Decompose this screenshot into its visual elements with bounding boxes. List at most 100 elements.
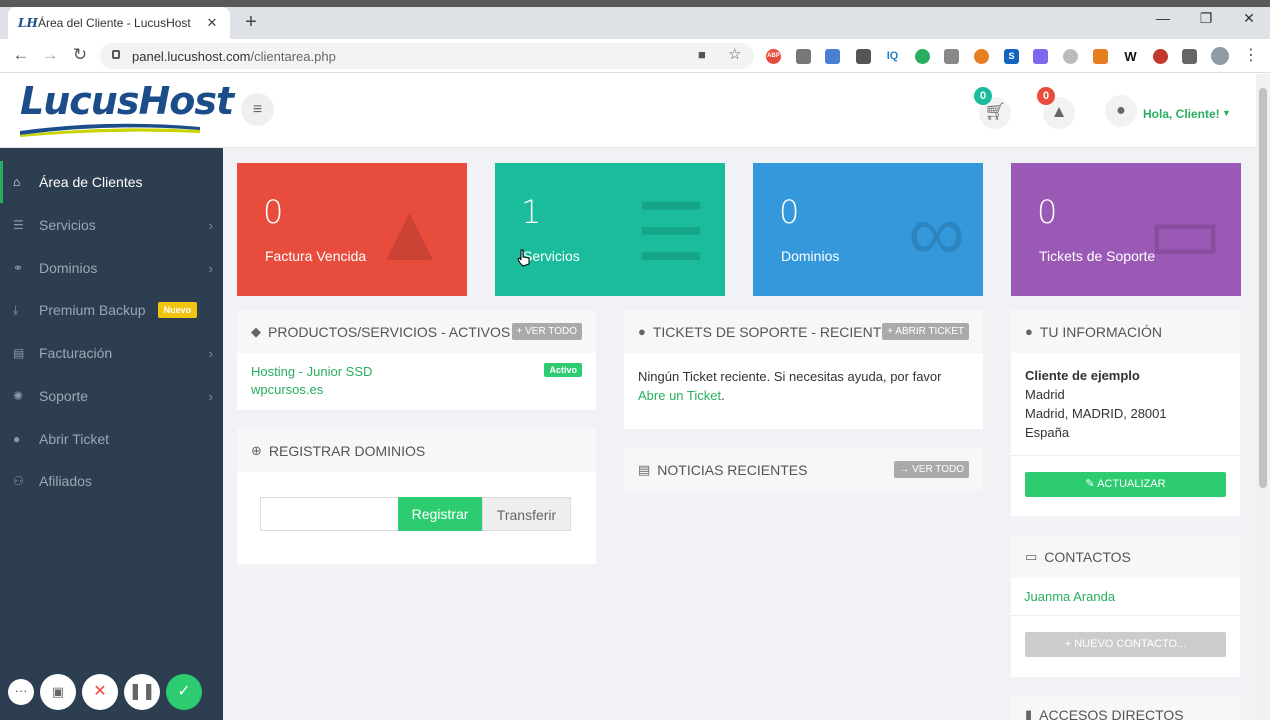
profile-avatar[interactable] (1211, 47, 1229, 65)
cube-icon: ◆ (251, 323, 261, 339)
status-badge: Activo (544, 363, 582, 377)
cart-count-badge: 0 (974, 87, 992, 105)
site-header: LucusHost ≡ 🛒︎ 0 ▲ 0 ● Hola, Cliente! ▼ (0, 73, 1270, 148)
maximize-button[interactable]: ❐ (1186, 10, 1226, 27)
page-scrollbar[interactable] (1256, 74, 1270, 720)
sidebar-item-servicios[interactable]: ☰ Servicios › (0, 204, 223, 246)
panel-title: Accesos Directos (1039, 707, 1184, 720)
camera-toggle-icon[interactable]: ▣ (40, 674, 76, 710)
domain-input[interactable] (260, 497, 398, 531)
puzzle-extensions-icon[interactable] (1182, 49, 1197, 64)
circle-extension-icon[interactable] (1153, 49, 1168, 64)
window-top-strip (0, 0, 1270, 7)
comments-icon: ● (638, 324, 646, 339)
hamburger-menu-icon[interactable]: ≡ (241, 93, 274, 126)
stat-value: 0 (779, 193, 800, 231)
stat-card-tickets[interactable]: ▭ 0 Tickets de Soporte (1011, 163, 1241, 296)
product-item[interactable]: Hosting - Junior SSD wpcursos.es Activo (237, 353, 596, 408)
stat-card-servicios[interactable]: ☰ 1 Servicios (495, 163, 725, 296)
translate-extension-icon[interactable] (825, 49, 840, 64)
transfer-button[interactable]: Transferir (482, 497, 571, 531)
lock-extension-icon[interactable] (1093, 49, 1108, 64)
comment-icon: ● (13, 432, 21, 446)
sidebar-item-label: Área de Clientes (39, 174, 143, 190)
finish-recording-icon[interactable]: ✓ (166, 674, 202, 710)
stat-label: Factura Vencida (265, 248, 367, 264)
lucushost-logo[interactable]: LucusHost (20, 79, 234, 123)
tab-close-icon[interactable]: ✕ (204, 15, 220, 31)
new-contact-button[interactable]: + Nuevo Contacto... (1025, 632, 1226, 657)
chevron-down-icon[interactable]: ▼ (1222, 108, 1231, 118)
close-window-button[interactable]: ✕ (1229, 10, 1269, 27)
sidebar-item-afiliados[interactable]: ⚇ Afiliados (0, 460, 223, 502)
iq-extension-icon[interactable]: IQ (885, 49, 900, 64)
cancel-recording-icon[interactable]: ✕ (82, 674, 118, 710)
list-icon: ☰ (13, 218, 24, 232)
menu-dots-icon[interactable]: ⋮ (1240, 45, 1262, 65)
open-ticket-button[interactable]: + Abrir Ticket (882, 323, 969, 340)
url-bar[interactable]: panel.lucushost.com/clientarea.php ■ ☆ (100, 43, 754, 69)
color-extension-icon[interactable] (974, 49, 989, 64)
info-panel: ● Tu Información Cliente de ejemplo Madr… (1011, 310, 1240, 516)
product-name-link[interactable]: Hosting - Junior SSD (251, 364, 582, 379)
open-ticket-link[interactable]: Abre un Ticket (638, 388, 721, 403)
gear-extension-icon[interactable] (1063, 49, 1078, 64)
panel-header: ◆ Productos/Servicios - Activos + Ver To… (237, 310, 596, 353)
scrollbar-thumb[interactable] (1259, 88, 1267, 488)
sidebar-item-abrir-ticket[interactable]: ● Abrir Ticket (0, 418, 223, 460)
stat-label: Servicios (523, 248, 580, 264)
more-options-icon[interactable]: ··· (8, 679, 34, 705)
user-avatar-icon[interactable]: ● (1105, 95, 1137, 127)
divider (1011, 455, 1240, 456)
panel-title: Registrar Dominios (268, 442, 426, 459)
browser-tab[interactable]: LH Área del Cliente - LucusHost ✕ (8, 7, 230, 39)
s-extension-icon[interactable]: S (1004, 49, 1019, 64)
sidebar-item-facturacion[interactable]: ▤ Facturación › (0, 332, 223, 374)
register-domains-panel: ⊕ Registrar Dominios Registrar Transferi… (237, 429, 596, 564)
adblock-extension-icon[interactable]: ABP (766, 49, 781, 64)
forward-icon[interactable]: → (39, 45, 61, 65)
shortcuts-panel: ▮ Accesos Directos (1011, 696, 1240, 720)
money-icon: ▤ (13, 346, 25, 360)
bookmark-star-icon[interactable]: ☆ (728, 45, 741, 63)
view-all-news-button[interactable]: → Ver Todo (894, 461, 969, 478)
pocket-extension-icon[interactable] (944, 49, 959, 64)
tab-bar: LH Área del Cliente - LucusHost ✕ + — ❐ … (0, 7, 1270, 39)
panel-header: ▤ Noticias Recientes → Ver Todo (624, 448, 983, 491)
grammar-extension-icon[interactable] (915, 49, 930, 64)
shield-extension-icon[interactable] (796, 49, 811, 64)
hand-cursor-icon (517, 249, 530, 267)
stat-label: Dominios (781, 248, 840, 264)
product-domain-link[interactable]: wpcursos.es (251, 382, 582, 397)
back-icon[interactable]: ← (10, 45, 32, 65)
stat-card-dominios[interactable]: ∞ 0 Dominios (753, 163, 983, 296)
user-greeting[interactable]: Hola, Cliente! (1143, 107, 1220, 121)
new-tab-button[interactable]: + (240, 11, 262, 34)
update-button[interactable]: ✎ Actualizar (1025, 472, 1226, 497)
products-panel: ◆ Productos/Servicios - Activos + Ver To… (237, 310, 596, 410)
pause-recording-icon[interactable]: ❚❚ (124, 674, 160, 710)
sidebar-item-dominios[interactable]: ⚭ Dominios › (0, 247, 223, 289)
stat-value: 1 (521, 193, 542, 231)
download-icon: ⤓ (13, 302, 19, 317)
contact-link[interactable]: Juanma Aranda (1011, 578, 1240, 616)
sidebar-item-label: Soporte (39, 388, 89, 404)
camera-icon[interactable]: ■ (698, 47, 706, 62)
sidebar-item-premium-backup[interactable]: ⤓ Premium Backup Nuevo (0, 289, 223, 331)
news-panel: ▤ Noticias Recientes → Ver Todo (624, 448, 983, 491)
sidebar-item-area-clientes[interactable]: ⌂ Área de Clientes (0, 161, 223, 203)
stat-card-facturas[interactable]: ▲ 0 Factura Vencida (237, 163, 467, 296)
wikipedia-extension-icon[interactable]: W (1123, 49, 1138, 64)
support-icon: ✺ (13, 389, 24, 403)
gradient-extension-icon[interactable] (1033, 49, 1048, 64)
register-button[interactable]: Registrar (398, 497, 482, 531)
reload-icon[interactable]: ↻ (69, 45, 91, 65)
view-all-products-button[interactable]: + Ver Todo (511, 323, 582, 340)
panel-title: Contactos (1044, 548, 1131, 565)
minimize-button[interactable]: — (1143, 10, 1183, 26)
eyedropper-extension-icon[interactable] (856, 49, 871, 64)
address-bar-row: ← → ↻ panel.lucushost.com/clientarea.php… (0, 39, 1270, 73)
client-name: Cliente de ejemplo (1025, 368, 1140, 383)
panel-header: ⊕ Registrar Dominios (237, 429, 596, 472)
sidebar-item-soporte[interactable]: ✺ Soporte › (0, 375, 223, 417)
